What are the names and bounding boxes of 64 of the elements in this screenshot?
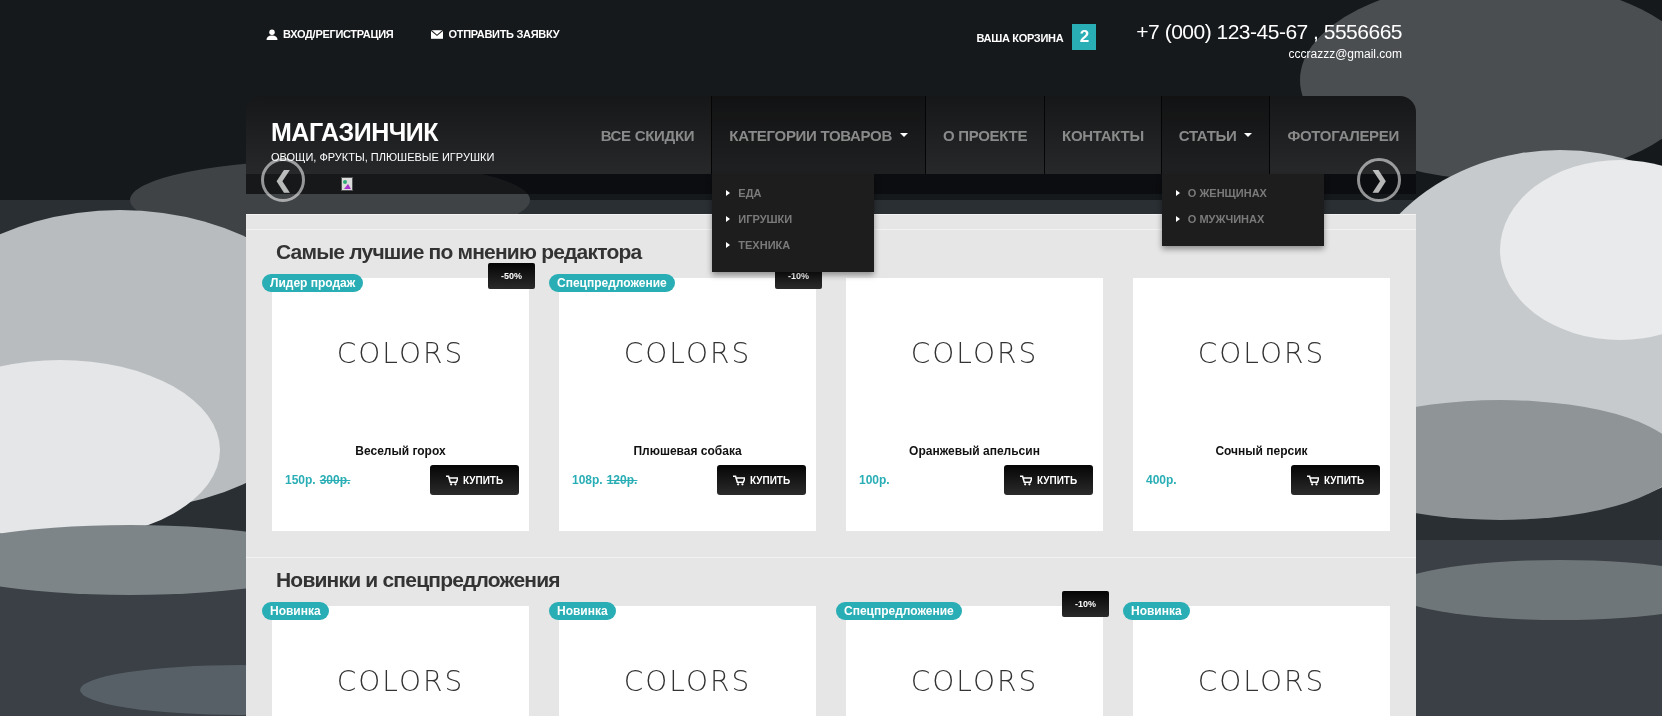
email-address: cccrazzz@gmail.com: [1288, 47, 1402, 61]
cart-icon: [445, 474, 458, 486]
section-title: Новинки и спецпредложения: [276, 568, 560, 592]
product-image-text: COLORS: [1197, 336, 1326, 370]
cart-link[interactable]: ВАША КОРЗИНА: [976, 32, 1064, 44]
product-image-text: COLORS: [336, 336, 465, 370]
old-price: 300р.: [319, 473, 351, 487]
product-badge: Спецпредложение: [836, 602, 962, 620]
product-badge: Новинка: [1123, 602, 1190, 620]
menu-item[interactable]: О ЖЕНЩИНАХ: [1161, 180, 1324, 206]
buy-button[interactable]: КУПИТЬ: [1004, 465, 1093, 495]
buy-button[interactable]: КУПИТЬ: [1291, 465, 1380, 495]
caret-icon: [1244, 133, 1253, 137]
user-icon: [266, 28, 278, 40]
cart-icon: [1019, 474, 1032, 486]
product-badge: Новинка: [262, 602, 329, 620]
product-price: 100р.: [859, 473, 890, 487]
product-name[interactable]: Сочный персик: [1133, 444, 1390, 458]
nav-link[interactable]: ВСЕ СКИДКИ: [583, 96, 712, 174]
product-image-text: COLORS: [1197, 664, 1326, 698]
cart-count: 2: [1072, 24, 1097, 50]
nav-link[interactable]: КАТЕГОРИИ ТОВАРОВ: [712, 96, 925, 174]
menu-item[interactable]: ЕДА: [712, 180, 875, 206]
nav-link[interactable]: О ПРОЕКТЕ: [926, 96, 1045, 174]
bullet-icon: [726, 216, 731, 222]
buy-button[interactable]: КУПИТЬ: [717, 465, 806, 495]
menu-item[interactable]: ИГРУШКИ: [712, 206, 875, 232]
product-badge: Спецпредложение: [549, 274, 675, 292]
bullet-icon: [726, 242, 731, 248]
product-image-text: COLORS: [910, 336, 1039, 370]
discount-badge: -50%: [488, 263, 535, 289]
request-link[interactable]: ОТПРАВИТЬ ЗАЯВКУ: [431, 27, 560, 41]
old-price: 120р.: [606, 473, 638, 487]
envelope-icon: [431, 28, 444, 40]
product-image-text: COLORS: [336, 664, 465, 698]
discount-badge: -10%: [1062, 591, 1109, 617]
cart-icon: [1306, 474, 1319, 486]
bullet-icon: [726, 190, 731, 196]
buy-button[interactable]: КУПИТЬ: [430, 465, 519, 495]
broken-image-icon: [341, 177, 353, 191]
nav-link[interactable]: СТАТЬИ: [1161, 96, 1270, 174]
section-title: Самые лучшие по мнению редактора: [276, 240, 642, 264]
menu-item[interactable]: О МУЖЧИНАХ: [1161, 206, 1324, 232]
product-name[interactable]: Плюшевая собака: [559, 444, 816, 458]
site-logo[interactable]: МАГАЗИНЧИК: [271, 118, 495, 147]
product-price: 108р.: [572, 473, 603, 487]
phone-number: +7 (000) 123-45-67 , 5556665: [1136, 20, 1402, 44]
nav-link[interactable]: КОНТАКТЫ: [1045, 96, 1161, 174]
login-link[interactable]: ВХОД/РЕГИСТРАЦИЯ: [266, 27, 394, 41]
product-image-text: COLORS: [623, 336, 752, 370]
menu-item[interactable]: ТЕХНИКА: [712, 232, 875, 258]
product-image-text: COLORS: [623, 664, 752, 698]
product-badge: Лидер продаж: [262, 274, 364, 292]
product-name[interactable]: Оранжевый апельсин: [846, 444, 1103, 458]
product-name[interactable]: Веселый горох: [272, 444, 529, 458]
bullet-icon: [1175, 216, 1180, 222]
product-image-text: COLORS: [910, 664, 1039, 698]
product-price: 400р.: [1146, 473, 1177, 487]
cart-icon: [732, 474, 745, 486]
next-slide-button[interactable]: ❯: [1357, 158, 1401, 202]
caret-icon: [900, 133, 908, 137]
product-badge: Новинка: [549, 602, 616, 620]
bullet-icon: [1175, 190, 1180, 196]
product-price: 150р.: [285, 473, 316, 487]
